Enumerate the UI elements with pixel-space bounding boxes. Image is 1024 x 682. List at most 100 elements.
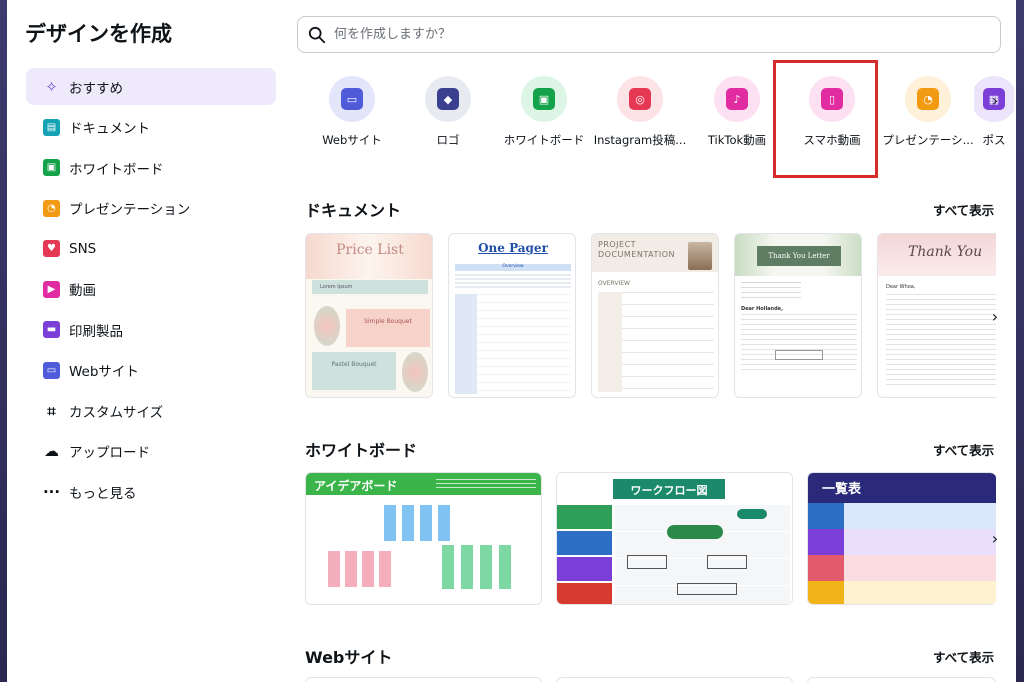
- doc-template-price-list[interactable]: Price List Lorem Ipsum Simple Bouquet Pa…: [305, 233, 433, 398]
- doc-card-text: Dear Hollande,: [741, 306, 783, 312]
- custom-size-icon: ⌗: [47, 401, 56, 420]
- category-icon-circle: ▭: [329, 76, 375, 122]
- sparkle-icon: ✧: [45, 77, 58, 96]
- sidebar-item-1[interactable]: ▤ ドキュメント: [26, 109, 276, 146]
- websites-see-all[interactable]: すべて表示: [933, 647, 994, 666]
- website-template-card[interactable]: [556, 677, 793, 682]
- sidebar-item-label: アップロード: [69, 445, 150, 461]
- logo-icon: ◆: [437, 88, 459, 110]
- category-3[interactable]: ◎ Instagram投稿...: [590, 70, 690, 148]
- sidebar-item-8[interactable]: ⌗ カスタムサイズ: [26, 392, 276, 429]
- video-icon: ▶: [43, 280, 60, 298]
- category-icon-circle: ◔: [905, 76, 951, 122]
- whiteboard-template-workflow[interactable]: ワークフロー図: [556, 472, 793, 605]
- search-bar[interactable]: [297, 16, 1001, 53]
- doc-template-thank-you-letter[interactable]: Thank You Letter Dear Hollande,: [734, 233, 862, 398]
- category-label: ホワイトボード: [503, 133, 585, 147]
- category-label: ロゴ: [436, 133, 460, 147]
- instagram-icon: ◎: [629, 88, 651, 110]
- create-design-dialog: デザインを作成 ✧ おすすめ ▤ ドキュメント ▣ ホワイトボード ◔ プレゼンテーション ♥ S…: [7, 0, 1016, 682]
- sidebar-item-2[interactable]: ▣ ホワイトボード: [26, 149, 276, 186]
- sidebar-item-label: おすすめ: [69, 80, 123, 97]
- doc-card-text: Lorem Ipsum: [312, 280, 428, 294]
- sidebar-item-0[interactable]: ✧ おすすめ: [26, 68, 276, 105]
- website-template-card[interactable]: [305, 677, 542, 682]
- sidebar-item-label: 動画: [69, 283, 96, 299]
- sidebar-item-label: 印刷製品: [69, 323, 123, 340]
- dialog-title: デザインを作成: [25, 22, 172, 46]
- sidebar: デザインを作成 ✧ おすすめ ▤ ドキュメント ▣ ホワイトボード ◔ プレゼンテーション ♥ S…: [7, 0, 287, 682]
- websites-section-title: Webサイト: [305, 648, 393, 667]
- presentation-icon: ◔: [917, 88, 939, 110]
- whiteboards-next-arrow[interactable]: ›: [983, 526, 1007, 550]
- doc-template-thank-you[interactable]: Thank You Dear Whoa,: [877, 233, 996, 398]
- printer-icon: ▬: [43, 321, 60, 338]
- portrait-image: [688, 242, 712, 270]
- category-row: ▭ Webサイト ◆ ロゴ ▣ ホワイトボード ◎ Instagram投稿... ♪ TikTok…: [297, 60, 1016, 178]
- website-icon: ▭: [341, 88, 363, 110]
- sidebar-item-label: SNS: [69, 240, 97, 257]
- main-content: ▭ Webサイト ◆ ロゴ ▣ ホワイトボード ◎ Instagram投稿... ♪ TikTok…: [297, 0, 1016, 682]
- doc-card-heading: One Pager: [478, 241, 548, 255]
- doc-card-heading: Thank You Letter: [757, 246, 841, 266]
- category-6[interactable]: ◔ プレゼンテーシ...: [878, 70, 978, 148]
- documents-next-arrow[interactable]: ›: [983, 304, 1007, 328]
- sidebar-item-4[interactable]: ♥ SNS: [26, 230, 276, 267]
- category-0[interactable]: ▭ Webサイト: [302, 70, 402, 148]
- category-icon-circle: ▯: [809, 76, 855, 122]
- search-input[interactable]: [334, 27, 934, 42]
- sidebar-item-label: Webサイト: [69, 364, 139, 380]
- flower-illustration: [402, 352, 428, 392]
- sidebar-item-9[interactable]: ☁ アップロード: [26, 433, 276, 470]
- doc-card-text: OVERVIEW: [598, 280, 630, 287]
- doc-card-heading: PROJECT DOCUMENTATION: [598, 240, 675, 259]
- tiktok-icon: ♪: [726, 88, 748, 110]
- whiteboards-see-all[interactable]: すべて表示: [933, 440, 994, 459]
- sidebar-item-10[interactable]: ··· もっと見る: [26, 473, 276, 510]
- doc-template-project-documentation[interactable]: PROJECT DOCUMENTATION OVERVIEW: [591, 233, 719, 398]
- doc-card-heading: Price List: [336, 242, 404, 258]
- documents-see-all[interactable]: すべて表示: [933, 200, 994, 219]
- flower-illustration: [314, 306, 340, 346]
- documents-section-title: ドキュメント: [305, 201, 402, 220]
- document-icon: ▤: [43, 118, 60, 136]
- doc-card-heading: Thank You: [908, 244, 983, 260]
- category-2[interactable]: ▣ ホワイトボード: [494, 70, 594, 148]
- sidebar-item-5[interactable]: ▶ 動画: [26, 271, 276, 308]
- phone-video-icon: ▯: [821, 88, 843, 110]
- category-icon-circle: ◎: [617, 76, 663, 122]
- whiteboard-icon: ▣: [533, 88, 555, 110]
- category-label: Webサイト: [322, 133, 382, 147]
- whiteboard-template-list-table[interactable]: 一覧表: [807, 472, 996, 605]
- website-icon: ▭: [43, 361, 60, 379]
- doc-template-one-pager[interactable]: One Pager Overview: [448, 233, 576, 398]
- wb-card-heading: アイデアボード: [314, 479, 398, 493]
- sidebar-item-label: ドキュメント: [69, 121, 150, 137]
- category-1[interactable]: ◆ ロゴ: [398, 70, 498, 148]
- wb-card-heading: ワークフロー図: [613, 479, 725, 499]
- category-4[interactable]: ♪ TikTok動画: [687, 70, 787, 148]
- category-label: Instagram投稿...: [593, 133, 687, 147]
- more-dots-icon: ···: [42, 482, 61, 501]
- sidebar-item-7[interactable]: ▭ Webサイト: [26, 352, 276, 389]
- sidebar-item-label: もっと見る: [69, 485, 137, 502]
- sidebar-item-6[interactable]: ▬ 印刷製品: [26, 311, 276, 348]
- website-template-card[interactable]: [807, 677, 996, 682]
- category-next-arrow[interactable]: ›: [983, 88, 1007, 112]
- upload-cloud-icon: ☁: [44, 442, 59, 460]
- category-label: TikTok動画: [707, 133, 767, 147]
- sidebar-item-label: ホワイトボード: [69, 161, 164, 178]
- category-icon-circle: ♪: [714, 76, 760, 122]
- sidebar-nav: ✧ おすすめ ▤ ドキュメント ▣ ホワイトボード ◔ プレゼンテーション ♥ SNS ▶ 動画 ▬ 印刷…: [26, 68, 276, 514]
- whiteboard-template-idea-board[interactable]: アイデアボード: [305, 472, 542, 605]
- sidebar-item-3[interactable]: ◔ プレゼンテーション: [26, 190, 276, 227]
- whiteboard-icon: ▣: [43, 159, 60, 176]
- doc-card-text: Dear Whoa,: [886, 284, 916, 290]
- category-icon-circle: ◆: [425, 76, 471, 122]
- heart-icon: ♥: [43, 240, 60, 257]
- category-5[interactable]: ▯ スマホ動画: [782, 70, 882, 148]
- wb-card-heading: 一覧表: [822, 482, 862, 497]
- category-label: ポス: [982, 133, 1006, 147]
- category-icon-circle: ▣: [521, 76, 567, 122]
- sidebar-item-label: プレゼンテーション: [69, 202, 191, 218]
